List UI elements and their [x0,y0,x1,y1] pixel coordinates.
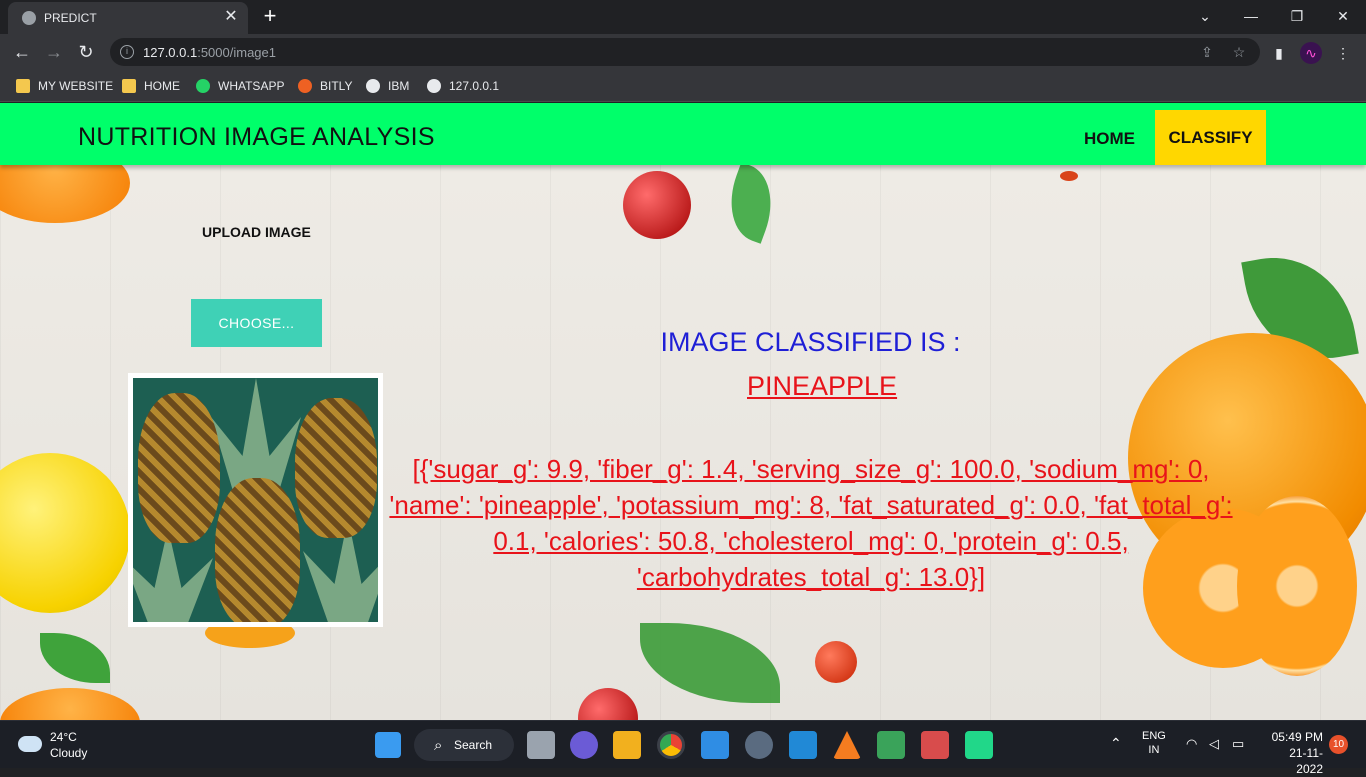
snipping-tool-icon[interactable] [921,731,949,759]
chrome-icon[interactable] [657,731,685,759]
bookmark-home[interactable]: HOME [122,77,180,95]
bookmark-bitly[interactable]: BITLY [298,77,352,95]
tab-title: PREDICT [44,11,97,25]
cherry-decoration [623,171,691,239]
temperature: 24°C [50,730,77,744]
teams-chat-icon[interactable] [570,731,598,759]
volume-icon[interactable]: ◁ [1209,736,1219,752]
notepad-plus-plus-icon[interactable] [877,731,905,759]
pineapple-fruit [215,478,300,622]
upload-image-label: UPLOAD IMAGE [202,224,311,240]
weather-condition: Cloudy [50,746,88,760]
address-bar[interactable]: i 127.0.0.1:5000/image1 ⇪ ☆ [110,38,1260,66]
leaf-decoration [640,623,780,703]
settings-icon[interactable] [745,731,773,759]
cherry-decoration [815,641,857,683]
cherry-decoration [1060,171,1078,181]
pineapple-fruit [295,398,377,538]
url-text: 127.0.0.1:5000/image1 [143,45,276,60]
clock[interactable]: 05:49 PM 21-11-2022 [1265,729,1323,777]
bookmark-whatsapp[interactable]: WHATSAPP [196,77,284,95]
taskbar: 24°C Cloudy ⌕ Search ⌃ ENG IN ◠ ◁ ▭ 05:4… [0,720,1366,776]
pycharm-icon[interactable] [965,731,993,759]
vscode-icon[interactable] [789,731,817,759]
pineapple-photo [133,378,378,622]
close-tab-icon[interactable]: ✕ [222,8,240,26]
uploaded-image-preview [128,373,383,627]
site-info-icon[interactable]: i [120,45,134,59]
browser-tab[interactable]: PREDICT ✕ [8,2,248,34]
battery-icon[interactable]: ▭ [1232,736,1244,752]
pineapple-fruit [138,393,220,543]
vlc-icon[interactable] [833,731,861,759]
bookmark-localhost[interactable]: 127.0.0.1 [427,77,499,95]
result-heading: IMAGE CLASSIFIED IS : [660,327,961,357]
share-icon[interactable]: ⇪ [1198,43,1216,61]
nav-classify-link[interactable]: CLASSIFY [1155,110,1266,165]
bookmark-ibm[interactable]: IBM [366,77,409,95]
menu-icon[interactable]: ⋮ [1332,42,1354,64]
browser-toolbar: ← → ↻ i 127.0.0.1:5000/image1 ⇪ ☆ ▮ ∿ ⋮ [0,34,1366,70]
start-icon[interactable] [375,732,401,758]
notification-badge[interactable]: 10 [1329,735,1348,754]
microsoft-store-icon[interactable] [701,731,729,759]
globe-icon [427,79,441,93]
close-window-button[interactable]: ✕ [1328,4,1358,28]
site-brand: NUTRITION IMAGE ANALYSIS [78,123,435,151]
web-page: NUTRITION IMAGE ANALYSIS HOME CLASSIFY U… [0,103,1366,720]
bookmarks-bar: MY WEBSITE HOME WHATSAPP BITLY IBM 127.0… [0,70,1366,102]
bitly-icon [298,79,312,93]
forward-button[interactable]: → [42,40,66,64]
nav-home-link[interactable]: HOME [1084,129,1135,149]
browser-tab-bar: PREDICT ✕ + ⌄ — ❐ ✕ [0,0,1366,34]
globe-icon [22,11,36,25]
lemon-decoration [0,453,130,613]
classified-label[interactable]: PINEAPPLE [747,371,897,402]
site-navbar: NUTRITION IMAGE ANALYSIS HOME CLASSIFY [0,103,1366,165]
orange-slice-decoration [1237,496,1357,676]
side-panel-icon[interactable]: ▮ [1268,42,1290,64]
maximize-button[interactable]: ❐ [1282,4,1312,28]
whatsapp-icon [196,79,210,93]
folder-icon [122,79,136,93]
orange-decoration [0,688,140,720]
language-indicator[interactable]: ENG IN [1142,729,1166,757]
reload-button[interactable]: ↻ [74,40,98,64]
leaf-decoration [40,633,110,683]
task-view-icon[interactable] [527,731,555,759]
nutrition-data[interactable]: [{'sugar_g': 9.9, 'fiber_g': 1.4, 'servi… [386,451,1236,595]
bookmark-my-website[interactable]: MY WEBSITE [16,77,113,95]
profile-avatar[interactable]: ∿ [1300,42,1322,64]
cherry-decoration [578,688,638,720]
file-explorer-icon[interactable] [613,731,641,759]
new-tab-button[interactable]: + [258,4,282,28]
taskbar-search[interactable]: ⌕ Search [414,729,514,761]
wifi-icon[interactable]: ◠ [1186,736,1197,752]
globe-icon [366,79,380,93]
folder-icon [16,79,30,93]
bookmark-star-icon[interactable]: ☆ [1230,43,1248,61]
tab-search-icon[interactable]: ⌄ [1190,4,1220,28]
search-icon: ⌕ [434,737,443,754]
minimize-button[interactable]: — [1236,4,1266,28]
tray-overflow-icon[interactable]: ⌃ [1110,735,1122,752]
leaf-decoration [717,162,785,244]
cloud-icon [18,736,42,752]
back-button[interactable]: ← [10,40,34,64]
